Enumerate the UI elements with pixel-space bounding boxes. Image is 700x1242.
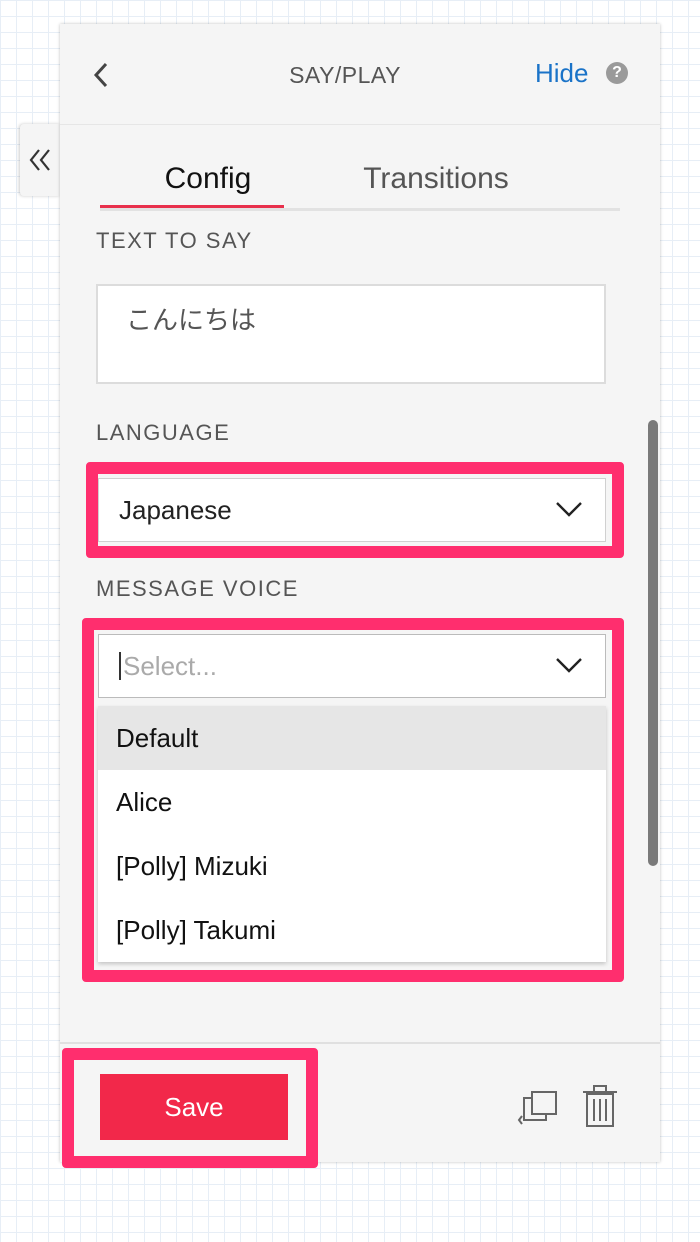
language-select[interactable]: Japanese xyxy=(98,478,606,542)
duplicate-icon xyxy=(517,1091,557,1125)
chevron-down-icon xyxy=(556,502,582,517)
delete-button[interactable] xyxy=(580,1084,620,1133)
voice-option-default[interactable]: Default xyxy=(98,706,606,770)
collapse-panel-button[interactable] xyxy=(20,124,60,196)
message-voice-label: MESSAGE VOICE xyxy=(96,576,299,601)
chevron-down-icon xyxy=(556,658,582,673)
tab-config[interactable]: Config xyxy=(158,162,258,208)
language-label: LANGUAGE xyxy=(96,420,231,445)
trash-icon xyxy=(583,1085,617,1127)
side-panel: SAY/PLAY Hide ? Config Transitions TEXT … xyxy=(60,24,660,1168)
text-cursor xyxy=(119,652,121,680)
text-to-say-label: TEXT TO SAY xyxy=(96,228,253,253)
message-voice-placeholder: Select... xyxy=(123,650,217,681)
scrollbar-thumb[interactable] xyxy=(648,420,658,866)
language-selected-value: Japanese xyxy=(119,494,232,525)
double-chevron-left-icon xyxy=(29,149,50,171)
message-voice-dropdown: Default Alice [Polly] Mizuki [Polly] Tak… xyxy=(98,706,606,962)
voice-option-alice[interactable]: Alice xyxy=(98,770,606,834)
help-icon[interactable]: ? xyxy=(606,62,628,84)
text-to-say-input[interactable]: こんにちは xyxy=(96,284,606,384)
active-tab-indicator xyxy=(100,205,284,208)
tab-transitions[interactable]: Transitions xyxy=(356,162,516,208)
voice-option-polly-takumi[interactable]: [Polly] Takumi xyxy=(98,898,606,962)
panel-header: SAY/PLAY Hide ? xyxy=(60,24,660,125)
message-voice-select[interactable]: Select... xyxy=(98,634,606,698)
voice-option-polly-mizuki[interactable]: [Polly] Mizuki xyxy=(98,834,606,898)
tab-bar: Config Transitions xyxy=(100,162,620,211)
hide-link[interactable]: Hide xyxy=(535,58,588,89)
save-button[interactable]: Save xyxy=(100,1074,288,1140)
duplicate-button[interactable] xyxy=(516,1084,564,1133)
